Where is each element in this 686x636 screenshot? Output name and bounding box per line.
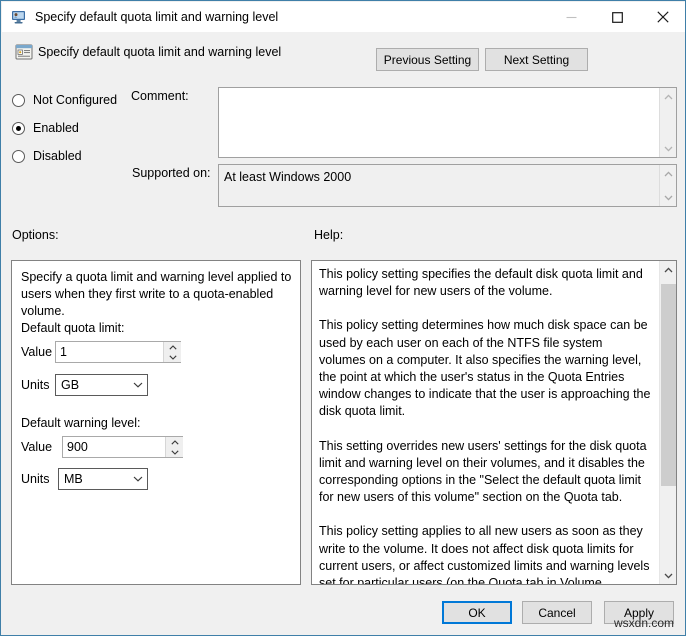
radio-enabled[interactable]: Enabled [12,120,79,136]
spinner-down-icon[interactable] [166,447,183,457]
help-scrollbar[interactable] [659,261,676,584]
spinner-down-icon[interactable] [164,352,181,362]
window-title: Specify default quota limit and warning … [35,10,279,24]
warning-level-value-label: Value [21,440,53,454]
supported-on-value: At least Windows 2000 [224,170,352,184]
chevron-down-icon[interactable] [129,382,147,388]
close-icon[interactable] [640,2,685,32]
comment-scrollbar[interactable] [659,88,676,157]
chevron-up-icon[interactable] [660,165,676,182]
cancel-button[interactable]: Cancel [522,601,592,624]
supported-on-scrollbar[interactable] [659,165,676,206]
radio-label: Not Configured [33,93,118,107]
comment-textarea[interactable] [218,87,677,158]
help-paragraph: This policy setting specifies the defaul… [319,267,643,299]
help-paragraph: This setting overrides new users' settin… [319,438,647,505]
help-paragraph: This policy setting determines how much … [319,318,651,419]
radio-disabled[interactable]: Disabled [12,148,82,164]
window-controls [548,2,685,32]
chevron-down-icon[interactable] [660,140,676,157]
chevron-down-icon[interactable] [660,189,676,206]
options-intro-text: Specify a quota limit and warning level … [21,270,292,318]
help-scrollbar-thumb[interactable] [661,283,676,487]
spinner-up-icon[interactable] [166,437,183,447]
watermark: wsxdn.com [613,616,675,630]
policy-setting-dialog: Specify default quota limit and warning … [0,0,686,636]
chevron-up-icon[interactable] [660,261,676,278]
spinner-up-icon[interactable] [164,342,181,352]
radio-indicator [12,93,25,107]
quota-limit-units-select[interactable]: GB [55,374,148,396]
warning-level-spin-buttons[interactable] [165,437,183,457]
chevron-up-icon[interactable] [660,88,676,105]
previous-setting-button[interactable]: Previous Setting [376,48,479,71]
quota-limit-value-label: Value [21,345,53,359]
warning-level-value-stepper[interactable] [62,436,183,458]
quota-limit-value-input[interactable] [56,342,162,362]
quota-limit-units-value: GB [61,378,80,392]
chevron-down-icon[interactable] [660,567,676,584]
computer-monitor-icon [11,9,27,25]
radio-indicator [12,121,25,135]
supported-on-box: At least Windows 2000 [218,164,677,207]
quota-limit-group-label: Default quota limit: [21,321,125,335]
quota-limit-units-label: Units [21,378,50,392]
chevron-down-icon[interactable] [129,476,147,482]
quota-limit-value-stepper[interactable] [55,341,181,363]
help-text: This policy setting specifies the defaul… [319,266,652,585]
title-bar: Specify default quota limit and warning … [2,2,685,32]
warning-level-value-input[interactable] [63,437,164,457]
warning-level-units-label: Units [21,472,50,486]
radio-indicator [12,149,25,163]
warning-level-units-select[interactable]: MB [58,468,148,490]
help-panel: This policy setting specifies the defaul… [311,260,677,585]
radio-not-configured[interactable]: Not Configured [12,92,117,108]
setting-title: Specify default quota limit and warning … [38,45,282,59]
comment-label: Comment: [131,89,189,103]
options-label: Options: [12,228,59,242]
radio-label: Disabled [33,149,82,163]
help-label: Help: [314,228,344,242]
maximize-icon[interactable] [594,2,640,32]
minimize-icon[interactable] [548,2,594,32]
options-panel: Specify a quota limit and warning level … [11,260,301,585]
help-paragraph: This policy setting applies to all new u… [319,524,650,585]
warning-level-units-value: MB [64,472,83,486]
policy-setting-icon [15,43,33,61]
next-setting-button[interactable]: Next Setting [485,48,588,71]
supported-on-label: Supported on: [132,166,211,180]
quota-limit-spin-buttons[interactable] [163,342,181,362]
ok-button[interactable]: OK [442,601,512,624]
radio-label: Enabled [33,121,79,135]
warning-level-group-label: Default warning level: [21,416,141,430]
